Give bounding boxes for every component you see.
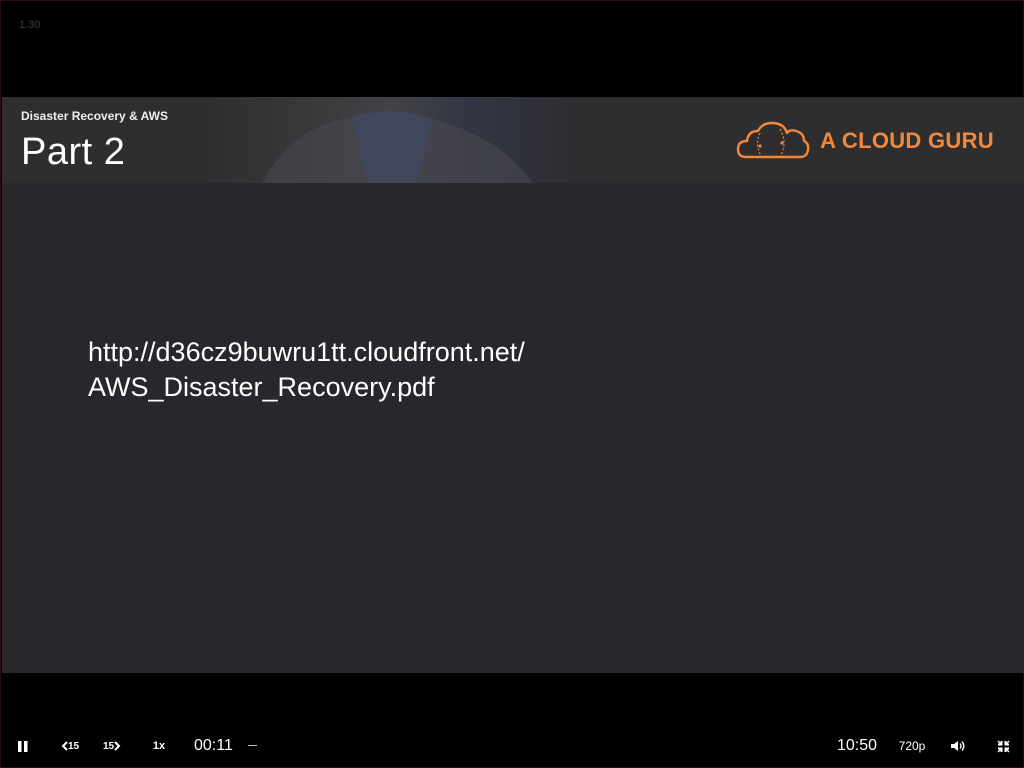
exit-fullscreen-icon: [997, 740, 1009, 752]
video-frame[interactable]: Disaster Recovery & AWS Part 2 A CLOUD G…: [2, 97, 1024, 673]
presenter-video-background: [202, 97, 582, 183]
volume-icon: [951, 741, 965, 751]
forward-15-button[interactable]: 15: [99, 727, 125, 765]
part-title: Part 2: [21, 131, 126, 173]
pause-button[interactable]: [11, 727, 35, 765]
rewind-15-label: 15: [67, 740, 80, 752]
slide-body: http://d36cz9buwru1tt.cloudfront.net/ AW…: [88, 335, 788, 405]
chevron-left-icon: [61, 741, 68, 751]
slide-link-line-1: http://d36cz9buwru1tt.cloudfront.net/: [88, 337, 525, 367]
pause-icon: [18, 740, 28, 752]
presenter-silhouette: [262, 110, 532, 183]
slide-header: Disaster Recovery & AWS Part 2 A CLOUD G…: [2, 97, 1024, 183]
course-title: Disaster Recovery & AWS: [21, 109, 168, 123]
brand-logo: A CLOUD GURU: [736, 119, 994, 163]
rewind-15-button[interactable]: 15: [57, 727, 83, 765]
quality-label: 720p: [898, 739, 926, 753]
playback-speed-button[interactable]: 1x: [147, 727, 171, 765]
volume-button[interactable]: [947, 727, 969, 765]
video-player: 1.30 Disaster Recovery & AWS Part 2 A CL…: [0, 0, 1024, 768]
exit-fullscreen-button[interactable]: [992, 727, 1014, 765]
playback-speed-label: 1x: [152, 740, 166, 752]
current-time: 00:11: [194, 737, 233, 754]
player-controls: 15 15 1x 00:11 10:50 720p: [1, 727, 1024, 765]
brand-name: A CLOUD GURU: [820, 128, 994, 153]
slide-link-line-2: AWS_Disaster_Recovery.pdf: [88, 372, 435, 402]
cloud-logo-icon: [736, 121, 810, 159]
duration: 10:50: [837, 737, 878, 754]
quality-button[interactable]: 720p: [895, 727, 929, 765]
chevron-right-icon: [114, 741, 121, 751]
progress-bar[interactable]: [248, 745, 257, 746]
forward-15-label: 15: [102, 740, 115, 752]
player-version: 1.30: [19, 19, 41, 31]
